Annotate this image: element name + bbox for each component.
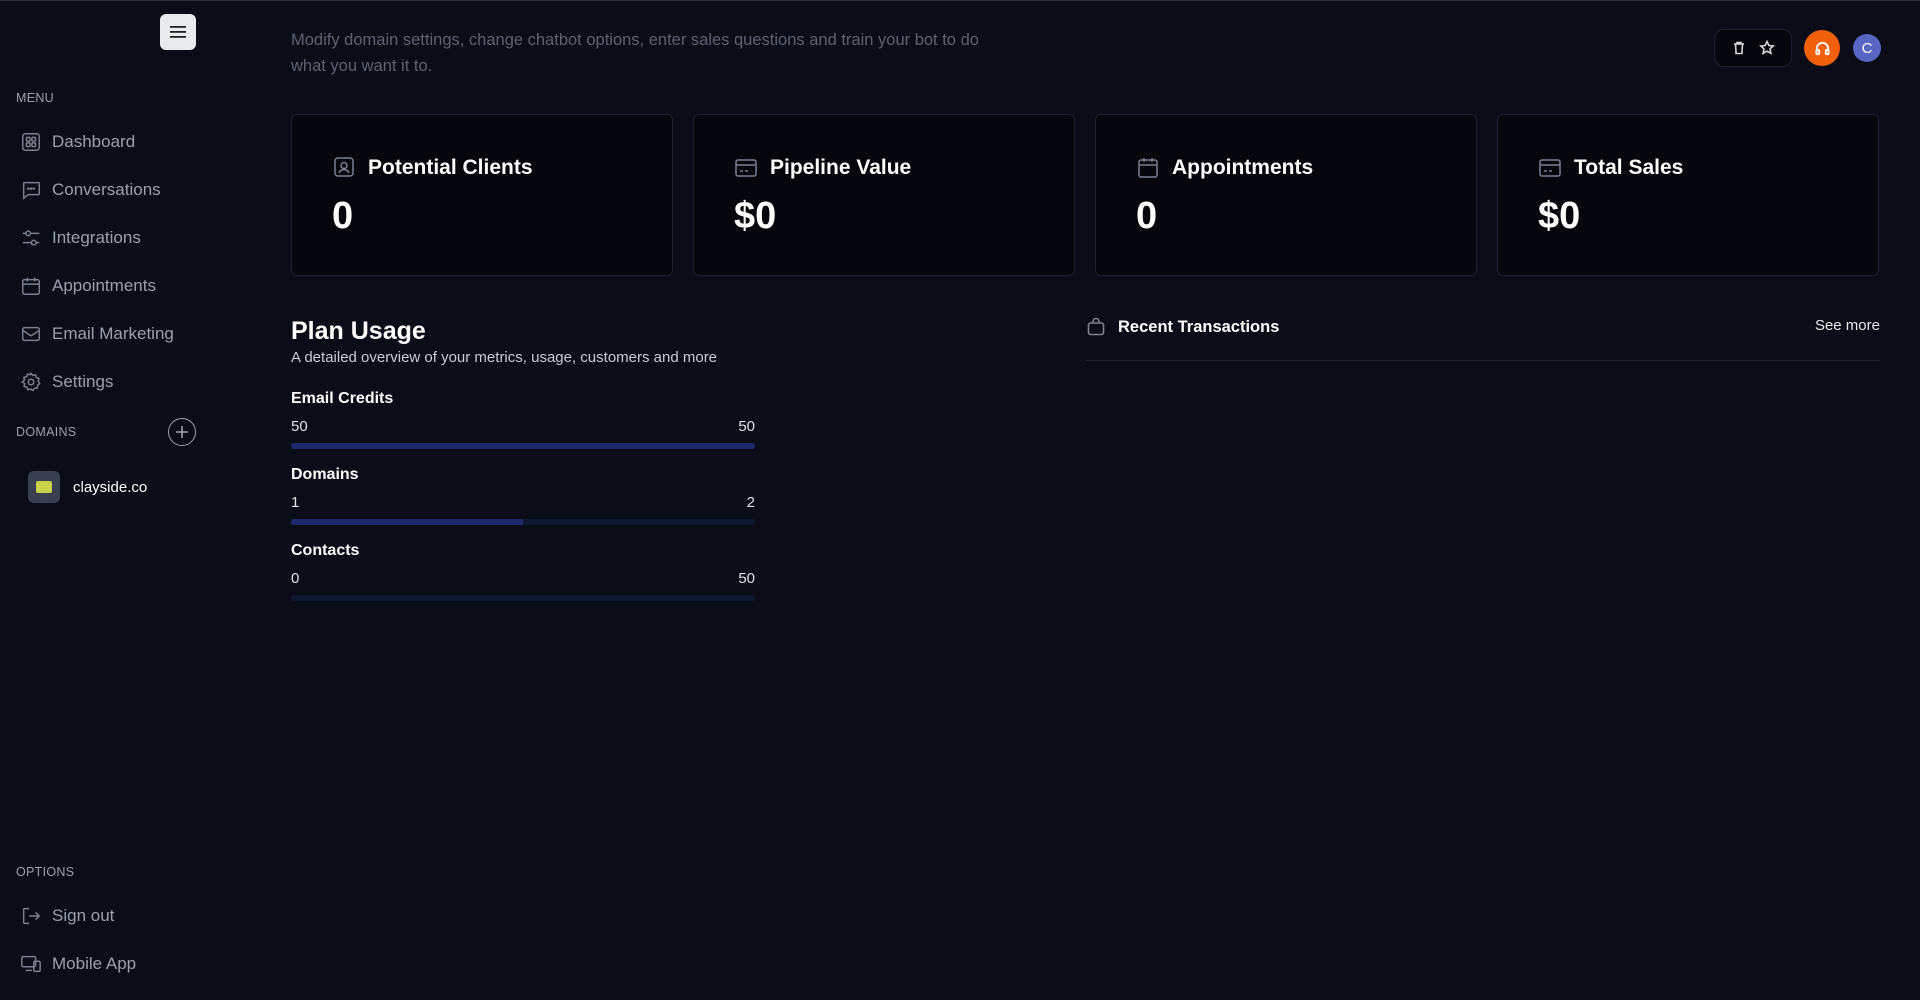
usage-domains: Domains 1 2	[291, 466, 755, 525]
sidebar-item-email-marketing[interactable]: Email Marketing	[20, 319, 174, 349]
sidebar-item-label: Appointments	[52, 276, 156, 295]
sidebar-item-settings[interactable]: Settings	[20, 367, 113, 397]
usage-limit: 50	[738, 418, 755, 435]
sign-out-icon	[22, 907, 41, 925]
recent-transactions-title: Recent Transactions	[1118, 317, 1280, 336]
top-actions-group	[1714, 29, 1792, 67]
stat-card-appointments: Appointments 0	[1095, 114, 1477, 276]
sidebar-item-label: Conversations	[52, 180, 161, 199]
menu-section-label: MENU	[16, 91, 55, 105]
domain-item-clayside[interactable]: clayside.co	[28, 471, 147, 503]
stat-value: 0	[332, 195, 354, 237]
usage-limit: 2	[746, 494, 755, 511]
add-domain-button[interactable]	[168, 418, 196, 446]
page-subtitle: Modify domain settings, change chatbot o…	[291, 31, 979, 75]
plan-usage-title: Plan Usage	[291, 317, 426, 345]
stat-title: Potential Clients	[368, 156, 533, 179]
usage-progress-track	[291, 519, 755, 525]
usage-progress-track	[291, 443, 755, 449]
card-icon	[1539, 159, 1561, 177]
stat-value: $0	[734, 195, 777, 237]
stat-title: Appointments	[1172, 156, 1314, 179]
usage-contacts: Contacts 0 50	[291, 542, 755, 601]
usage-label: Domains	[291, 466, 359, 483]
stat-value: 0	[1136, 195, 1158, 237]
usage-progress-track	[291, 595, 755, 601]
sidebar-item-dashboard[interactable]: Dashboard	[20, 127, 135, 157]
usage-limit: 50	[738, 570, 755, 587]
devices-icon	[21, 955, 41, 973]
star-icon[interactable]	[1759, 40, 1775, 56]
chat-icon	[22, 181, 40, 200]
menu-toggle-button[interactable]	[160, 14, 196, 50]
sidebar-item-label: Dashboard	[52, 132, 136, 151]
domains-section-label: DOMAINS	[16, 425, 77, 439]
usage-label: Contacts	[291, 542, 360, 559]
usage-progress-fill	[291, 443, 755, 449]
domain-thumbnail	[28, 471, 60, 503]
stat-title: Pipeline Value	[770, 156, 912, 179]
sidebar-item-integrations[interactable]: Integrations	[20, 223, 141, 253]
stat-title: Total Sales	[1574, 156, 1684, 179]
mobile-app-button[interactable]: Mobile App	[20, 949, 136, 979]
trash-icon[interactable]	[1731, 40, 1747, 56]
sidebar-item-label: Email Marketing	[52, 324, 174, 343]
see-more-link[interactable]: See more	[1815, 317, 1880, 334]
usage-used: 50	[291, 418, 308, 435]
plan-usage-description: A detailed overview of your metrics, usa…	[291, 349, 718, 366]
mail-icon	[22, 326, 40, 342]
avatar[interactable]: C	[1853, 34, 1881, 62]
stat-card-total-sales: Total Sales $0	[1497, 114, 1879, 276]
domain-name: clayside.co	[73, 478, 148, 496]
usage-progress-fill	[291, 519, 523, 525]
sliders-icon	[22, 230, 40, 246]
sidebar-item-appointments[interactable]: Appointments	[20, 271, 156, 301]
usage-email-credits: Email Credits 50 50	[291, 390, 755, 449]
sidebar: MENU Dashboard Conversations Integration…	[0, 1, 210, 1000]
sidebar-item-label: Integrations	[52, 228, 141, 247]
sidebar-item-label: Settings	[52, 372, 114, 391]
hamburger-icon	[170, 26, 186, 38]
calendar-icon	[1138, 158, 1158, 178]
mobile-app-label: Mobile App	[52, 954, 137, 973]
headphones-icon	[1814, 41, 1830, 55]
usage-label: Email Credits	[291, 390, 394, 407]
plus-icon	[176, 426, 188, 438]
usage-used: 0	[291, 570, 300, 587]
support-button[interactable]	[1804, 30, 1840, 66]
stat-card-pipeline-value: Pipeline Value $0	[693, 114, 1075, 276]
shopping-bag-icon	[1087, 317, 1105, 336]
calendar-icon	[22, 277, 40, 295]
sign-out-label: Sign out	[52, 906, 115, 925]
recent-transactions-header: Recent Transactions See more	[1086, 317, 1880, 361]
sidebar-item-conversations[interactable]: Conversations	[20, 175, 161, 205]
stat-card-potential-clients: Potential Clients 0	[291, 114, 673, 276]
person-badge-icon	[334, 157, 354, 177]
card-icon	[735, 159, 757, 177]
stat-value: $0	[1538, 195, 1581, 237]
sign-out-button[interactable]: Sign out	[20, 901, 114, 931]
dashboard-icon	[22, 133, 40, 151]
gear-icon	[21, 371, 41, 392]
options-section-label: OPTIONS	[16, 865, 75, 879]
usage-used: 1	[291, 494, 300, 511]
